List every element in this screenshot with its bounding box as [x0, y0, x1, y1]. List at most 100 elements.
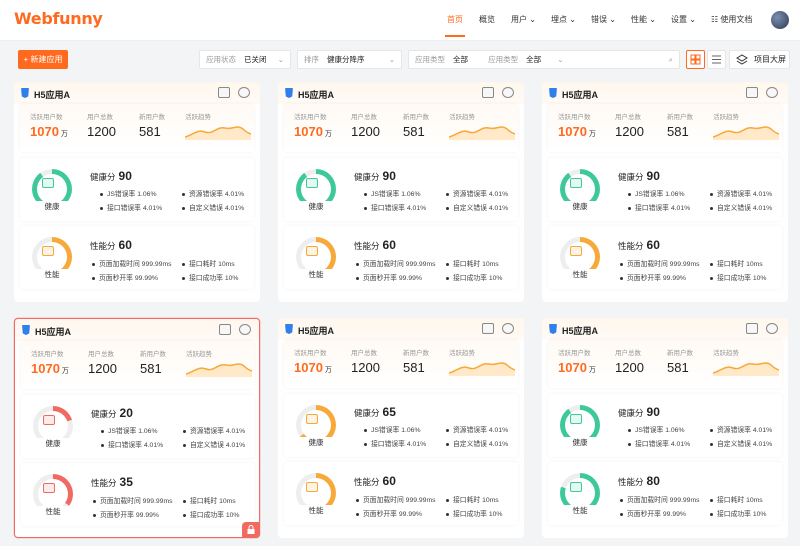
- health-score: 健康分 20: [91, 406, 133, 420]
- api-success-rate: 接口成功率 10%: [446, 272, 502, 282]
- new-users-value: 581: [667, 124, 689, 139]
- new-app-button[interactable]: + 新建应用: [18, 50, 68, 69]
- logo-text: Webfunny: [14, 9, 103, 28]
- user-stats: 活跃用户数 用户总数 新用户数 活跃趋势 1070 万 1200 581: [548, 340, 782, 388]
- active-users-unit: 万: [588, 367, 596, 374]
- sort-filter-label: 排序: [304, 55, 319, 64]
- nav-settings[interactable]: 设置 ⌄: [671, 14, 696, 25]
- chevron-down-icon: ⌄: [557, 55, 564, 64]
- type-filter-group[interactable]: 应用类型 全部 应用类型 全部 ⌄ ⌕: [408, 50, 680, 69]
- nav-errors[interactable]: 错误 ⌄: [591, 14, 616, 25]
- settings-icon[interactable]: [502, 87, 514, 98]
- sort-filter[interactable]: 排序 健康分降序 ⌄: [297, 50, 402, 69]
- health-icon: [306, 414, 318, 424]
- qrcode-icon[interactable]: [219, 324, 231, 335]
- app-card[interactable]: H5应用A 活跃用户数 用户总数 新用户数 活跃趋势 1070 万 1200 58…: [542, 82, 788, 302]
- nav-tracking[interactable]: 埋点 ⌄: [551, 14, 576, 25]
- active-users-value: 1070 万: [31, 361, 69, 376]
- html5-icon: [549, 88, 557, 98]
- bigscreen-button[interactable]: 项目大屏: [729, 50, 790, 69]
- bigscreen-label: 项目大屏: [754, 55, 786, 64]
- type2-filter-label: 应用类型: [488, 55, 519, 64]
- chevron-down-icon: ⌄: [529, 15, 536, 24]
- api-success-rate: 接口成功率 10%: [183, 509, 239, 519]
- active-users-unit: 万: [60, 131, 68, 138]
- api-error-rate: 接口错误率 4.01%: [100, 202, 162, 212]
- qrcode-icon[interactable]: [482, 87, 494, 98]
- bigscreen-icon: [736, 54, 748, 65]
- health-score-ring: 健康: [296, 405, 336, 448]
- health-score: 健康分 65: [354, 405, 396, 419]
- nav-docs-label: 使用文档: [720, 15, 753, 24]
- health-status-label: 健康: [33, 438, 73, 449]
- chevron-down-icon: ⌄: [388, 55, 395, 64]
- grid-view-icon[interactable]: [686, 50, 705, 69]
- performance-score-label: 性能分: [90, 241, 116, 251]
- perf-status-label: 性能: [560, 269, 600, 280]
- health-score: 健康分 90: [354, 169, 396, 183]
- lock-icon[interactable]: [242, 522, 260, 538]
- active-users-value: 1070 万: [294, 124, 332, 139]
- card-header: H5应用A: [14, 82, 260, 104]
- app-card[interactable]: H5应用A 活跃用户数 用户总数 新用户数 活跃趋势 1070 万 1200 58…: [542, 318, 788, 538]
- custom-error-rate: 自定义错误 4.01%: [182, 202, 244, 212]
- performance-score: 性能分 80: [618, 474, 660, 488]
- page-load-time: 页面加载时间 999.99ms: [620, 494, 700, 504]
- chevron-down-icon: ⌄: [609, 15, 616, 24]
- active-users-label: 活跃用户数: [558, 350, 591, 357]
- qrcode-icon[interactable]: [218, 87, 230, 98]
- health-score-label: 健康分: [618, 172, 644, 182]
- nav-settings-label: 设置: [671, 15, 687, 24]
- status-filter-value: 已关闭: [244, 55, 267, 64]
- app-card[interactable]: H5应用A 活跃用户数 用户总数 新用户数 活跃趋势 1070 万 1200 58…: [14, 318, 260, 538]
- js-error-rate: JS错误率 1.06%: [100, 188, 156, 198]
- qrcode-icon[interactable]: [746, 87, 758, 98]
- search-icon[interactable]: ⌕: [669, 51, 673, 68]
- health-score: 健康分 90: [618, 405, 660, 419]
- qrcode-icon[interactable]: [746, 323, 758, 334]
- avatar[interactable]: [771, 11, 789, 29]
- health-score-label: 健康分: [91, 409, 117, 419]
- type-filter-label: 应用类型: [415, 55, 445, 64]
- nav-home[interactable]: 首页: [445, 14, 465, 37]
- performance-section: 性能 性能分 60 页面加载时间 999.99ms 接口耗时 10ms 页面秒开率…: [20, 226, 254, 289]
- settings-icon[interactable]: [239, 324, 251, 335]
- api-success-rate: 接口成功率 10%: [710, 272, 766, 282]
- performance-score: 性能分 60: [618, 238, 660, 252]
- nav-users[interactable]: 用户 ⌄: [511, 14, 536, 25]
- app-card[interactable]: H5应用A 活跃用户数 用户总数 新用户数 活跃趋势 1070 万 1200 58…: [278, 82, 524, 302]
- api-duration: 接口耗时 10ms: [446, 258, 499, 268]
- app-card[interactable]: H5应用A 活跃用户数 用户总数 新用户数 活跃趋势 1070 万 1200 58…: [278, 318, 524, 538]
- health-score-value: 20: [119, 406, 133, 420]
- logo[interactable]: Webfunny: [14, 9, 103, 28]
- new-users-label: 新用户数: [140, 351, 166, 358]
- status-filter[interactable]: 应用状态 已关闭 ⌄: [199, 50, 291, 69]
- health-score-ring: 健康: [560, 405, 600, 448]
- performance-icon: [570, 246, 582, 256]
- qrcode-icon[interactable]: [482, 323, 494, 334]
- performance-icon: [43, 483, 55, 493]
- performance-section: 性能 性能分 35 页面加载时间 999.99ms 接口耗时 10ms 页面秒开率…: [21, 463, 255, 526]
- settings-icon[interactable]: [766, 323, 778, 334]
- settings-icon[interactable]: [766, 87, 778, 98]
- performance-score-value: 60: [382, 474, 396, 488]
- nav-docs[interactable]: ☷ 使用文档: [711, 14, 752, 25]
- chevron-down-icon: ⌄: [689, 15, 696, 24]
- active-users-unit: 万: [61, 368, 69, 375]
- performance-score-label: 性能分: [618, 241, 644, 251]
- health-score-value: 90: [646, 169, 660, 183]
- list-view-icon[interactable]: [707, 50, 726, 69]
- health-score-value: 90: [646, 405, 660, 419]
- api-success-rate: 接口成功率 10%: [710, 508, 766, 518]
- new-users-label: 新用户数: [403, 114, 429, 121]
- health-section: 健康 健康分 90 JS错误率 1.06% 资源错误率 4.01% 接口错误率 4…: [20, 158, 254, 221]
- app-card[interactable]: H5应用A 活跃用户数 用户总数 新用户数 活跃趋势 1070 万 1200 58…: [14, 82, 260, 302]
- resource-error-rate: 资源错误率 4.01%: [183, 425, 245, 435]
- api-error-rate: 接口错误率 4.01%: [628, 202, 690, 212]
- settings-icon[interactable]: [238, 87, 250, 98]
- settings-icon[interactable]: [502, 323, 514, 334]
- card-header: H5应用A: [278, 318, 524, 340]
- nav-performance[interactable]: 性能 ⌄: [631, 14, 656, 25]
- health-score-ring: 健康: [33, 406, 73, 449]
- nav-overview[interactable]: 概览: [479, 14, 495, 25]
